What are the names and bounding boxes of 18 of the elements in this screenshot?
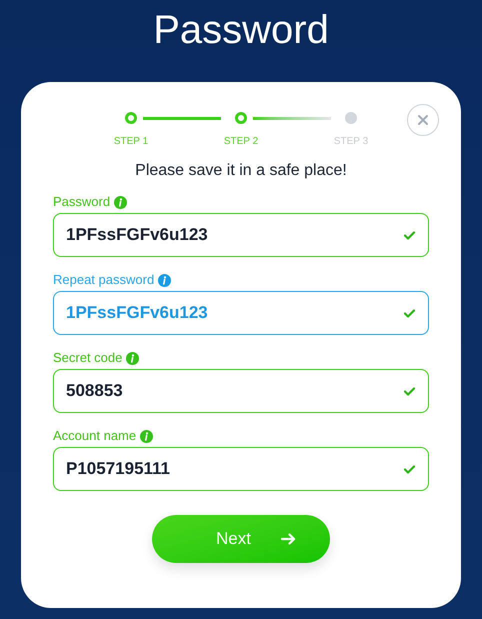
info-icon[interactable] [158,274,172,286]
step-label: STEP 1 [114,135,148,149]
step-label: STEP 2 [224,135,258,149]
close-icon [417,114,429,126]
page-title: Password [153,10,329,54]
info-icon[interactable] [114,196,128,208]
close-button[interactable] [407,104,439,136]
info-icon[interactable] [126,352,140,364]
input-field[interactable]: 508853 [53,369,429,413]
input-field[interactable]: P1057195111 [53,447,429,491]
instruction-text: Please save it in a safe place! [135,161,347,181]
info-icon[interactable] [140,430,154,442]
input-field[interactable]: 1PFssFGFv6u123 [53,213,429,257]
arrow-right-icon [280,533,296,545]
field-label: Account name [53,427,136,446]
field-label: Secret code [53,349,122,368]
field-label: Password [53,193,110,212]
field-label: Repeat password [53,271,154,290]
